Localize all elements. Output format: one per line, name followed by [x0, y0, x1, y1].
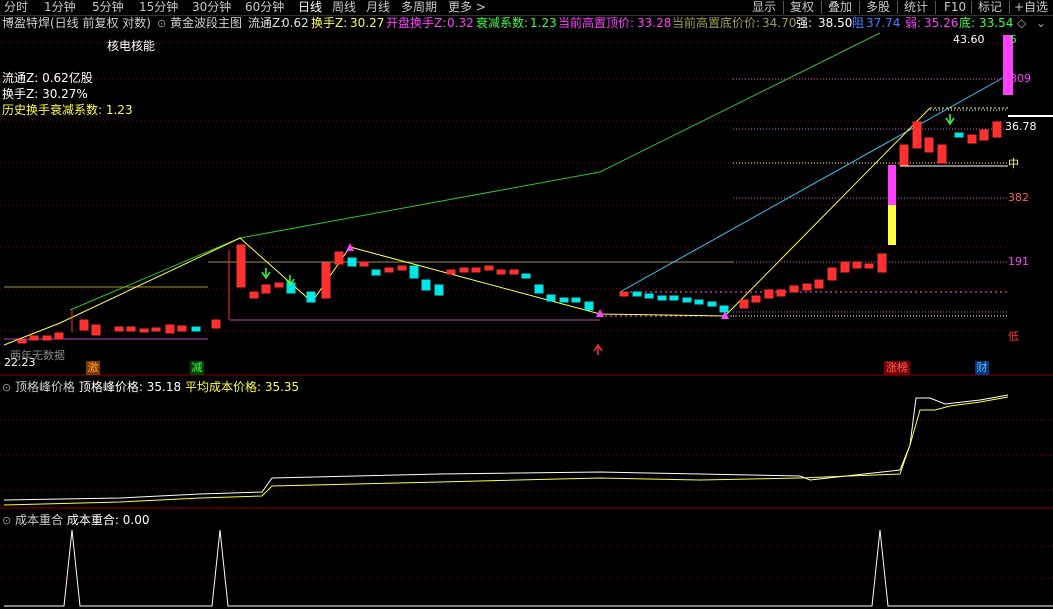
- event-marker-cai[interactable]: 财: [975, 361, 989, 375]
- collapse-icon[interactable]: ⊙: [2, 381, 11, 394]
- top-marker: 5: [1010, 33, 1017, 46]
- event-marker-zhangbang[interactable]: 涨榜: [884, 361, 910, 375]
- chart-canvas: [0, 32, 1053, 607]
- indicator2-value: 0.00: [122, 513, 150, 527]
- indicator1-header: ⊙ 顶格峰价格 顶格峰价格: 35.18 平均成本价格: 35.35: [2, 378, 299, 395]
- indicator1-value: 35.18: [146, 380, 182, 394]
- indicator2-header: ⊙ 成本重合 成本重合: 0.00: [2, 511, 149, 528]
- collapse-icon[interactable]: ⊙: [2, 514, 11, 527]
- indicator2-name: 成本重合: [15, 513, 64, 527]
- axis-mid-label: 中: [1008, 157, 1019, 170]
- indicator1-avg-value: 35.35: [264, 380, 300, 394]
- decay-info: 历史换手衰减系数: 1.23: [2, 103, 133, 117]
- float-info: 流通Z: 0.62亿股: [2, 71, 93, 85]
- price-mid-label: 36.78: [1005, 120, 1037, 133]
- axis-low-label: 低: [1008, 330, 1019, 343]
- event-marker-ji[interactable]: 激: [86, 361, 100, 375]
- indicator1-avg-label: 平均成本价格:: [184, 380, 261, 394]
- indicator1-value-label: 顶格峰价格:: [78, 380, 143, 394]
- no-data-label: 两年无数据: [10, 349, 65, 362]
- price-high-label: 43.60: [953, 33, 985, 46]
- turnover-info: 换手Z: 30.27%: [2, 87, 88, 101]
- axis-label-191: 191: [1008, 255, 1029, 268]
- concept-label: 核电核能: [107, 39, 156, 53]
- indicator1-name: 顶格峰价格: [15, 380, 76, 394]
- axis-label-382: 382: [1008, 191, 1029, 204]
- indicator2-value-label: 成本重合:: [66, 513, 119, 527]
- axis-label-809: 809: [1010, 72, 1031, 85]
- event-marker-jian[interactable]: 减: [190, 361, 204, 375]
